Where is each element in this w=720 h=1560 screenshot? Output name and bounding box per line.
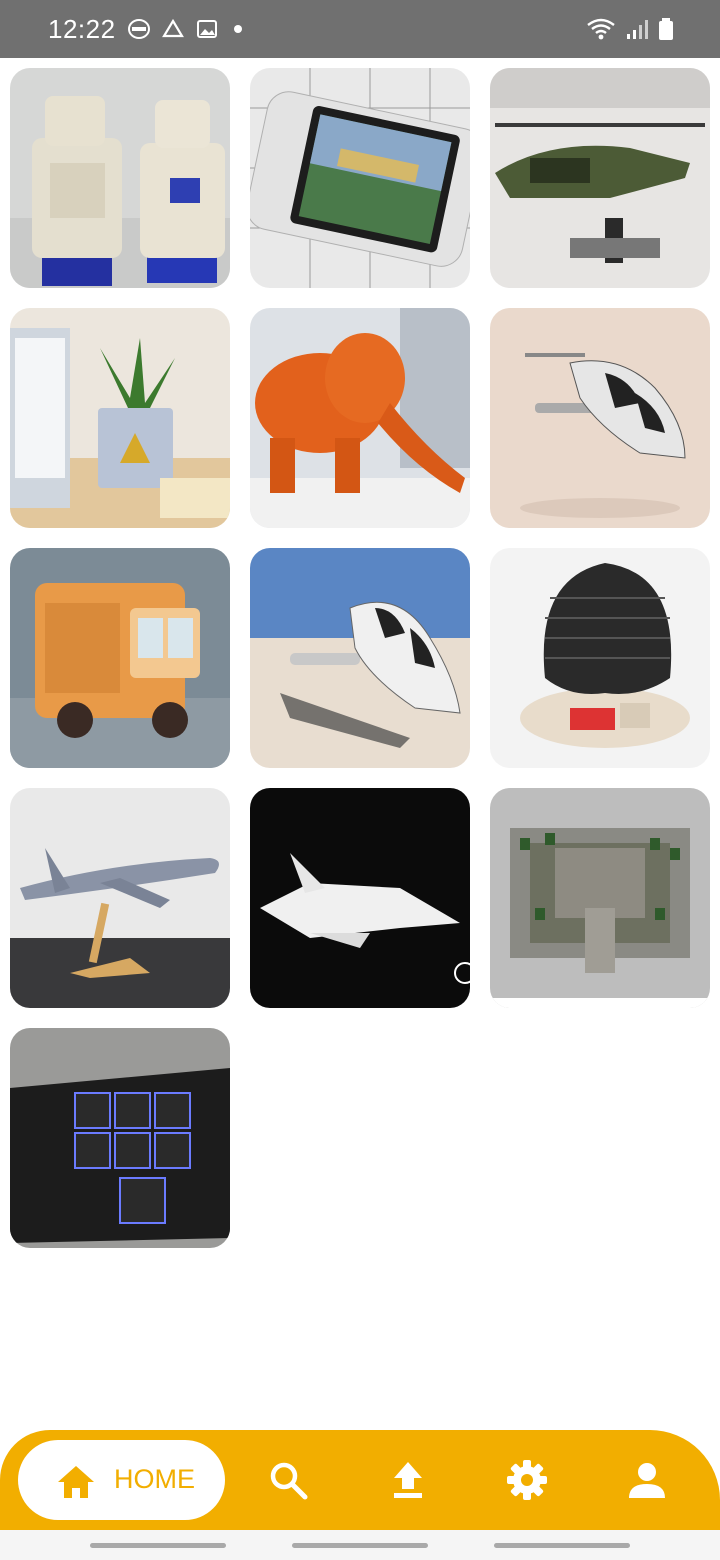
jumbo-jet-model-image [10, 788, 230, 1008]
grid-item-stepped-garden-building[interactable] [490, 788, 710, 1008]
stepped-garden-building-image [490, 788, 710, 1008]
plant-pot-triforce-image [10, 308, 230, 528]
toy-truck-image [10, 548, 230, 768]
grid-item-flying-car-render[interactable] [490, 308, 710, 528]
dot-icon [234, 25, 242, 33]
status-time: 12:22 [48, 14, 116, 44]
status-bar: 12:22 [0, 0, 720, 58]
home-icon [58, 1466, 94, 1498]
keyboard-case-image [10, 1028, 230, 1248]
grid-item-darth-vader-helmet[interactable] [490, 548, 710, 768]
grid-item-robot-figurines[interactable] [10, 68, 230, 288]
model-grid [10, 68, 710, 1248]
system-gesture-bar [0, 1530, 720, 1560]
grid-item-jumbo-jet-model[interactable] [10, 788, 230, 1008]
gesture-handle-center[interactable] [292, 1543, 428, 1548]
status-system-icons [586, 17, 674, 41]
helicopter-model-image [490, 68, 710, 288]
grid-item-game-console-zelda[interactable] [250, 68, 470, 288]
signal-icon [627, 20, 648, 39]
grid-item-flying-car-desert[interactable] [250, 548, 470, 768]
search-icon[interactable] [266, 1458, 310, 1502]
drive-notification-icon [162, 18, 184, 38]
gesture-handle-left[interactable] [90, 1543, 226, 1548]
burger-king-notification-icon [128, 19, 150, 39]
gallery-notification-icon [197, 20, 217, 38]
nav-home-button[interactable]: HOME [18, 1440, 225, 1520]
grid-item-plant-pot-triforce[interactable] [10, 308, 230, 528]
grid-item-helicopter-model[interactable] [490, 68, 710, 288]
upload-icon[interactable] [386, 1458, 430, 1502]
wifi-icon [587, 18, 615, 40]
grid-item-keyboard-case[interactable] [10, 1028, 230, 1248]
grid-item-toy-truck[interactable] [10, 548, 230, 768]
flying-car-desert-image [250, 548, 470, 768]
fighter-jet-model-image [250, 788, 470, 1008]
orange-elephant-image [250, 308, 470, 528]
battery-icon [659, 18, 673, 40]
profile-icon[interactable] [625, 1458, 669, 1502]
nav-home-label: HOME [114, 1464, 195, 1494]
robot-figurines-image [10, 68, 230, 288]
grid-item-fighter-jet-model[interactable] [250, 788, 470, 1008]
grid-item-orange-elephant[interactable] [250, 308, 470, 528]
gesture-handle-right[interactable] [494, 1543, 630, 1548]
status-notification-icons [128, 18, 246, 40]
game-console-zelda-image [250, 68, 470, 288]
bottom-navigation: HOME [0, 1430, 720, 1530]
settings-icon[interactable] [505, 1458, 549, 1502]
flying-car-render-image [490, 308, 710, 528]
darth-vader-helmet-image [490, 548, 710, 768]
